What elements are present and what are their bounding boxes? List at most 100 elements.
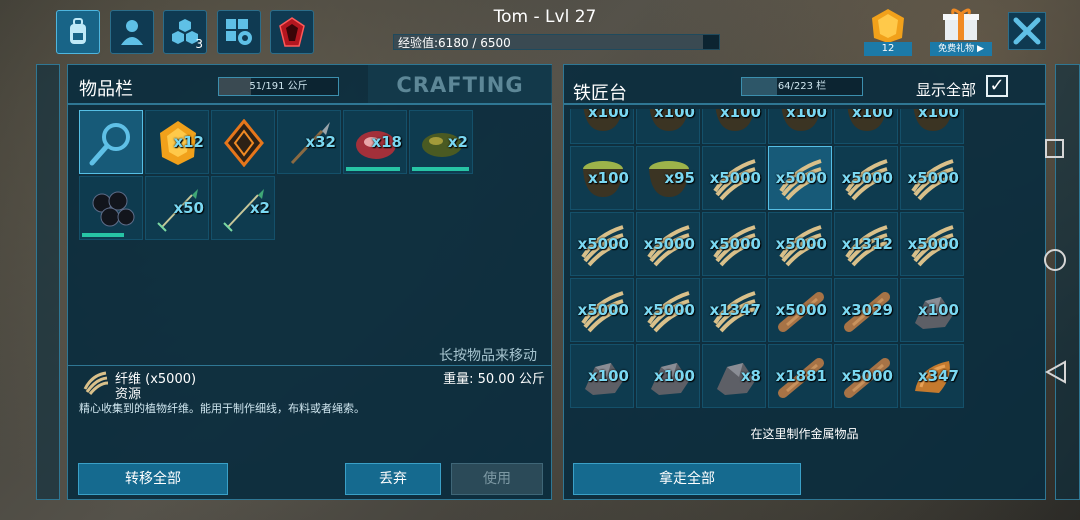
smithy-slot[interactable]: x5000 <box>900 146 964 210</box>
smithy-slot[interactable]: x5000 <box>834 344 898 408</box>
smithy-slot[interactable]: x5000 <box>834 146 898 210</box>
inventory-slot[interactable]: x2 <box>409 110 473 174</box>
inventory-slot[interactable] <box>211 110 275 174</box>
slot-quantity: x100 <box>720 109 761 121</box>
magnifier-icon <box>89 123 130 166</box>
smithy-slot[interactable]: x5000 <box>636 212 700 276</box>
smithy-slot[interactable]: x5000 <box>768 278 832 342</box>
player-name-level: Tom - Lvl 27 <box>493 7 597 27</box>
slot-quantity: x2 <box>249 199 270 217</box>
engrams-button[interactable]: 3 <box>163 10 207 54</box>
close-button[interactable] <box>1008 12 1046 50</box>
drop-button[interactable]: 丢弃 <box>345 463 441 495</box>
smithy-slot[interactable]: x100 <box>636 109 700 144</box>
inventory-backpack-button[interactable] <box>56 10 100 54</box>
slot-quantity: x18 <box>371 133 402 151</box>
use-button[interactable]: 使用 <box>451 463 543 495</box>
free-gift-button[interactable]: 免费礼物 ▶ <box>930 6 992 56</box>
smithy-slot[interactable]: x100 <box>636 344 700 408</box>
inventory-slot[interactable]: x32 <box>277 110 341 174</box>
slot-quantity: x1347 <box>709 301 761 319</box>
slot-quantity: x100 <box>852 109 893 121</box>
smithy-slot[interactable]: x5000 <box>702 212 766 276</box>
show-all-label: 显示全部 <box>916 81 977 99</box>
backpack-icon <box>70 18 86 44</box>
transfer-all-button[interactable]: 转移全部 <box>78 463 228 495</box>
slot-quantity: x5000 <box>907 235 959 253</box>
smithy-slot[interactable]: x5000 <box>702 146 766 210</box>
header-divider <box>68 103 551 105</box>
smithy-slot[interactable]: x5000 <box>570 278 634 342</box>
smithy-slot[interactable]: x100 <box>570 344 634 408</box>
settings-button[interactable] <box>217 10 261 54</box>
inventory-panel: 物品栏 51/191 公斤 CRAFTING x12 x32 x18 x2 x50 x2 … <box>67 64 552 500</box>
right-edge-panel <box>1055 64 1080 500</box>
smithy-slot[interactable]: x5000 <box>900 212 964 276</box>
left-edge-panel <box>36 64 60 500</box>
smithy-slot[interactable]: x100 <box>834 109 898 144</box>
implant-icon <box>224 119 264 167</box>
inventory-weight-text: 51/191 公斤 <box>249 81 308 92</box>
recent-apps-icon[interactable] <box>1045 139 1064 158</box>
smithy-slot[interactable]: x347 <box>900 344 964 408</box>
durability-bar <box>346 167 400 171</box>
slot-quantity: x100 <box>654 109 695 121</box>
back-icon[interactable] <box>1045 360 1067 384</box>
slot-quantity: x5000 <box>775 235 827 253</box>
slot-quantity: x5000 <box>577 301 629 319</box>
smithy-slot[interactable]: x100 <box>900 278 964 342</box>
smithy-slot[interactable]: x95 <box>636 146 700 210</box>
tab-crafting[interactable]: CRAFTING <box>368 65 552 103</box>
inventory-slot[interactable]: x12 <box>145 110 209 174</box>
home-icon[interactable] <box>1044 249 1066 271</box>
inventory-slot[interactable]: x50 <box>145 176 209 240</box>
inventory-slot[interactable]: x2 <box>211 176 275 240</box>
slot-quantity: x5000 <box>775 169 827 187</box>
inventory-slot[interactable]: x18 <box>343 110 407 174</box>
smithy-slot[interactable]: x8 <box>702 344 766 408</box>
smithy-slot[interactable]: x1881 <box>768 344 832 408</box>
smithy-panel: 铁匠台 64/223 栏 显示全部 ✓ x100 x100 x100 x100 x100… <box>563 64 1046 500</box>
smithy-slot[interactable]: x100 <box>570 109 634 144</box>
inventory-slot[interactable] <box>79 110 143 174</box>
smithy-slot[interactable]: x100 <box>702 109 766 144</box>
inventory-slot[interactable] <box>79 176 143 240</box>
smithy-slot[interactable]: x5000 <box>768 212 832 276</box>
smithy-slot[interactable]: x1312 <box>834 212 898 276</box>
slot-quantity: x12 <box>173 133 204 151</box>
smithy-slot[interactable]: x100 <box>900 109 964 144</box>
person-icon <box>121 20 143 45</box>
smithy-slot[interactable]: x100 <box>768 109 832 144</box>
slot-quantity: x5000 <box>841 367 893 385</box>
slot-quantity: x100 <box>588 109 629 121</box>
smithy-slot[interactable]: x5000 <box>636 278 700 342</box>
top-bar: 3 Tom - Lvl 27 经验值:6180 / 6500 12 免费礼物 ▶ <box>0 0 1080 62</box>
slot-quantity: x2 <box>447 133 468 151</box>
smithy-slot[interactable]: x100 <box>570 146 634 210</box>
fiber-icon <box>83 371 109 395</box>
info-divider <box>68 365 551 366</box>
slot-quantity: x3029 <box>841 301 893 319</box>
slot-quantity: x100 <box>654 367 695 385</box>
smithy-slot[interactable]: x5000 <box>768 146 832 210</box>
smithy-capacity-text: 64/223 栏 <box>777 81 827 92</box>
smithy-slot[interactable]: x1347 <box>702 278 766 342</box>
show-all-checkbox[interactable]: ✓ <box>986 75 1008 97</box>
slot-quantity: x5000 <box>709 169 761 187</box>
character-button[interactable] <box>110 10 154 54</box>
take-all-button[interactable]: 拿走全部 <box>573 463 801 495</box>
selected-item-description: 精心收集到的植物纤维。能用于制作细线，布料或者绳索。 <box>79 402 365 415</box>
smithy-slot[interactable]: x3029 <box>834 278 898 342</box>
move-hint: 长按物品来移动 <box>439 348 537 364</box>
slot-quantity: x100 <box>588 169 629 187</box>
durability-bar <box>82 233 124 237</box>
selected-item-weight: 重量: 50.00 公斤 <box>443 372 545 387</box>
slot-quantity: x5000 <box>643 301 695 319</box>
amber-currency-badge[interactable]: 12 <box>864 8 912 56</box>
gift-box-icon <box>943 8 979 40</box>
slot-quantity: x95 <box>664 169 695 187</box>
gear-icon <box>226 19 252 45</box>
tribe-button[interactable] <box>270 10 314 54</box>
smithy-slot[interactable]: x5000 <box>570 212 634 276</box>
smithy-grid: x100 x100 x100 x100 x100 x100 x100 x95 x5000 x500… <box>570 109 972 414</box>
